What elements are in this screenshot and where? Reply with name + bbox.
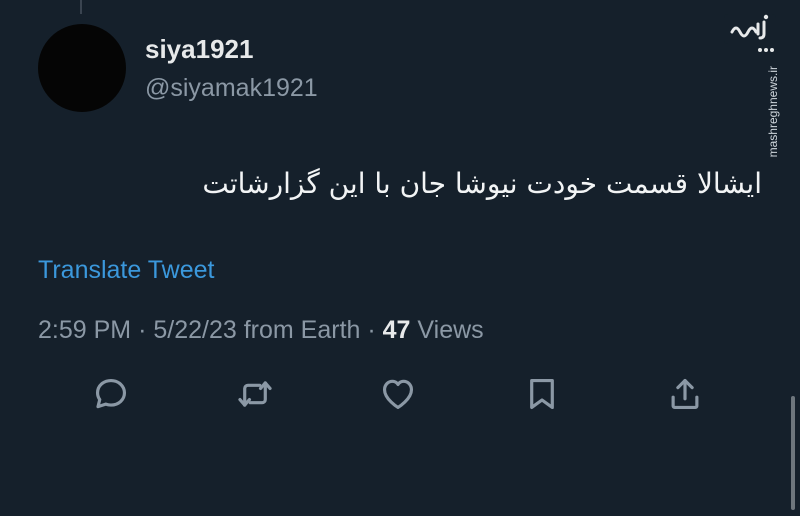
meta-separator: · xyxy=(367,316,376,344)
watermark: mashreghnews.ir xyxy=(722,6,782,157)
watermark-url: mashreghnews.ir xyxy=(766,66,780,158)
views-label[interactable]: Views xyxy=(417,316,483,344)
bookmark-button[interactable] xyxy=(522,374,562,414)
like-button[interactable] xyxy=(378,374,418,414)
scrollbar[interactable] xyxy=(791,396,795,510)
tweet-date[interactable]: 5/22/23 xyxy=(153,316,236,344)
meta-separator: · xyxy=(138,316,147,344)
avatar[interactable] xyxy=(38,24,126,112)
tweet-source: from Earth xyxy=(243,316,361,344)
heart-icon xyxy=(382,379,414,410)
tweet-metadata: 2:59 PM · 5/22/23 from Earth · 47 Views xyxy=(38,314,484,346)
retweet-button[interactable] xyxy=(235,374,275,414)
tweet-text: ایشالا قسمت خودت نیوشا جان با این گزارشا… xyxy=(202,167,762,200)
views-count[interactable]: 47 xyxy=(383,316,411,344)
thread-connector-line xyxy=(80,0,82,14)
mashregh-logo xyxy=(724,14,776,52)
author-handle[interactable]: @siyamak1921 xyxy=(145,73,318,103)
reply-button[interactable] xyxy=(91,374,131,414)
author-display-name[interactable]: siya1921 xyxy=(145,34,253,64)
translate-tweet-link[interactable]: Translate Tweet xyxy=(38,255,214,285)
tweet-time[interactable]: 2:59 PM xyxy=(38,316,131,344)
reply-icon xyxy=(95,378,127,409)
bookmark-icon xyxy=(530,378,554,410)
share-button[interactable] xyxy=(665,374,705,414)
share-icon xyxy=(671,378,699,410)
retweet-icon xyxy=(238,381,272,407)
